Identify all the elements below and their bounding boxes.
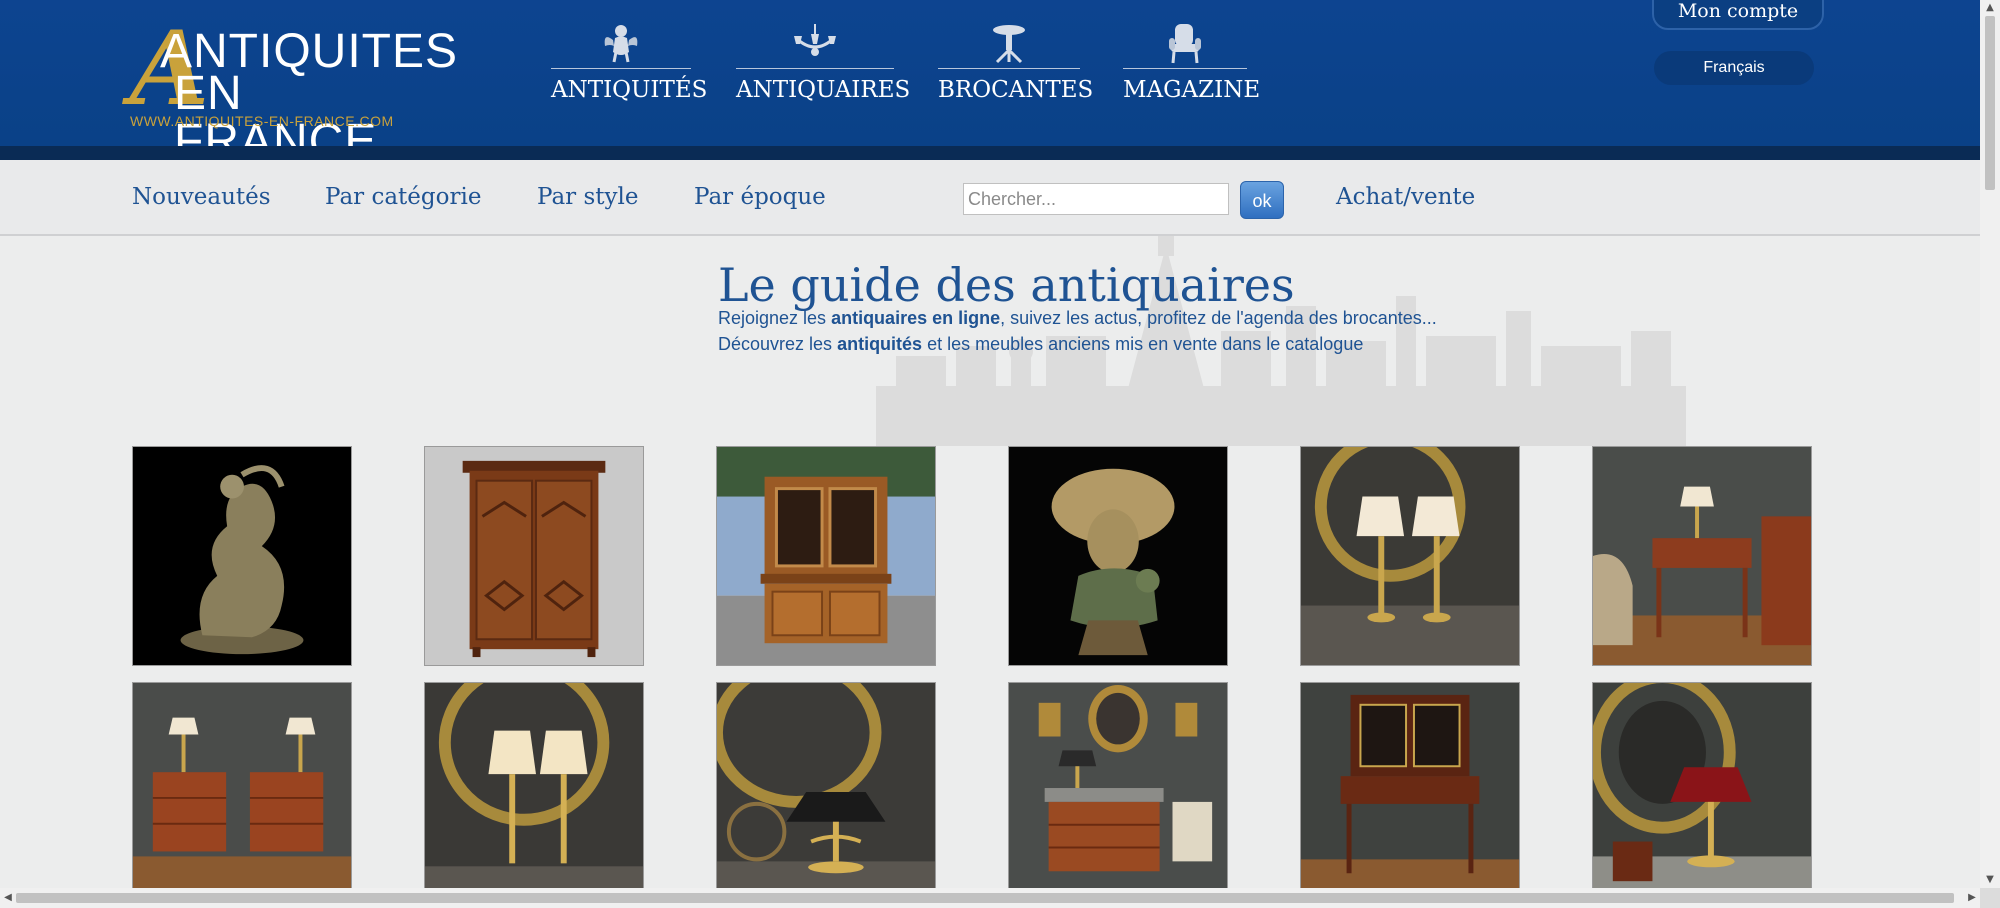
product-image — [1593, 683, 1811, 901]
nav-brocantes[interactable]: BROCANTES — [938, 22, 1094, 112]
gallery-item-red-shade-lamp[interactable] — [1592, 682, 1812, 902]
secondary-nav: Nouveautés Par catégorie Par style Par é… — [0, 160, 1980, 236]
product-image — [1593, 447, 1811, 665]
hero-text-line-2: Découvrez les antiquités et les meubles … — [718, 334, 1363, 355]
horizontal-scroll-thumb[interactable] — [16, 893, 1954, 903]
gallery-item-brass-lamps[interactable] — [424, 682, 644, 902]
subnav-nouveautes[interactable]: Nouveautés — [132, 184, 271, 210]
header-strip — [0, 146, 1980, 160]
chandelier-icon — [794, 24, 836, 56]
site-logo[interactable]: A ANTIQUITES EN FRANCE WWW.ANTIQUITES-EN… — [130, 18, 457, 166]
hero-text: Rejoignez les — [718, 308, 832, 328]
nav-antiquaires[interactable]: ANTIQUAIRES — [736, 22, 911, 112]
account-button[interactable]: Mon compte — [1652, 0, 1824, 30]
gallery-item-bouillotte-lamp[interactable] — [716, 682, 936, 902]
nav-rule — [551, 68, 691, 69]
search-ok-button[interactable]: ok — [1240, 181, 1284, 219]
product-image — [425, 447, 643, 665]
subnav-par-style[interactable]: Par style — [537, 184, 638, 210]
subnav-par-categorie[interactable]: Par catégorie — [325, 184, 481, 210]
nav-rule — [1123, 68, 1247, 69]
gallery-item-walnut-armoire[interactable] — [424, 446, 644, 666]
site-header: A ANTIQUITES EN FRANCE WWW.ANTIQUITES-EN… — [0, 0, 1980, 166]
nav-label: BROCANTES — [938, 77, 1094, 103]
product-image — [717, 447, 935, 665]
antiquaires-en-ligne-link[interactable]: antiquaires en ligne — [831, 308, 1000, 328]
page-title: Le guide des antiquaires — [718, 258, 1295, 312]
hero-text: Découvrez les — [718, 334, 838, 354]
product-image — [1009, 447, 1227, 665]
hero-text: et les meubles anciens mis en vente dans… — [922, 334, 1364, 354]
nav-magazine[interactable]: MAGAZINE — [1123, 22, 1261, 112]
product-image — [133, 447, 351, 665]
product-image — [1301, 683, 1519, 901]
product-image — [717, 683, 935, 901]
nav-antiquites[interactable]: ANTIQUITÉS — [551, 22, 708, 112]
hero-text: , suivez les actus, profitez de l'agenda… — [1000, 308, 1437, 328]
gallery-item-buffet-deux-corps[interactable] — [716, 446, 936, 666]
vertical-scrollbar[interactable]: ▲ ▼ — [1980, 0, 2000, 888]
horizontal-scrollbar[interactable]: ◀ ▶ — [0, 888, 1980, 908]
logo-url: WWW.ANTIQUITES-EN-FRANCE.COM — [130, 113, 394, 129]
gallery-item-pair-of-nightstands[interactable] — [132, 682, 352, 902]
nav-rule — [736, 68, 894, 69]
gallery-item-chest-of-drawers[interactable] — [1008, 682, 1228, 902]
scroll-right-arrow-icon[interactable]: ▶ — [1964, 888, 1980, 908]
product-image — [425, 683, 643, 901]
armchair-icon — [1169, 24, 1201, 64]
scroll-up-arrow-icon[interactable]: ▲ — [1980, 0, 2000, 16]
pedestal-table-icon — [993, 25, 1025, 64]
cherub-icon — [604, 25, 638, 63]
language-selector[interactable]: Français — [1654, 51, 1814, 85]
search-input[interactable] — [963, 183, 1229, 215]
gallery-item-bronze-bust[interactable] — [1008, 446, 1228, 666]
gallery-item-bronze-sculpture[interactable] — [132, 446, 352, 666]
gallery-item-writing-table[interactable] — [1592, 446, 1812, 666]
scroll-left-arrow-icon[interactable]: ◀ — [0, 888, 16, 908]
nav-label: MAGAZINE — [1123, 77, 1261, 103]
hero-text-line-1: Rejoignez les antiquaires en ligne, suiv… — [718, 308, 1437, 329]
nav-label: ANTIQUAIRES — [736, 77, 911, 103]
product-image — [1301, 447, 1519, 665]
gallery-item-pair-of-lamps[interactable] — [1300, 446, 1520, 666]
antiquites-link[interactable]: antiquités — [837, 334, 922, 354]
scrollbar-corner — [1980, 888, 2000, 908]
product-image — [1009, 683, 1227, 901]
product-image — [133, 683, 351, 901]
nav-rule — [938, 68, 1080, 69]
subnav-achat-vente[interactable]: Achat/vente — [1336, 184, 1475, 210]
vertical-scroll-thumb[interactable] — [1985, 16, 1995, 190]
gallery-item-bonheur-du-jour-desk[interactable] — [1300, 682, 1520, 902]
nav-label: ANTIQUITÉS — [551, 77, 708, 103]
subnav-par-epoque[interactable]: Par époque — [694, 184, 826, 210]
scroll-down-arrow-icon[interactable]: ▼ — [1980, 872, 2000, 888]
